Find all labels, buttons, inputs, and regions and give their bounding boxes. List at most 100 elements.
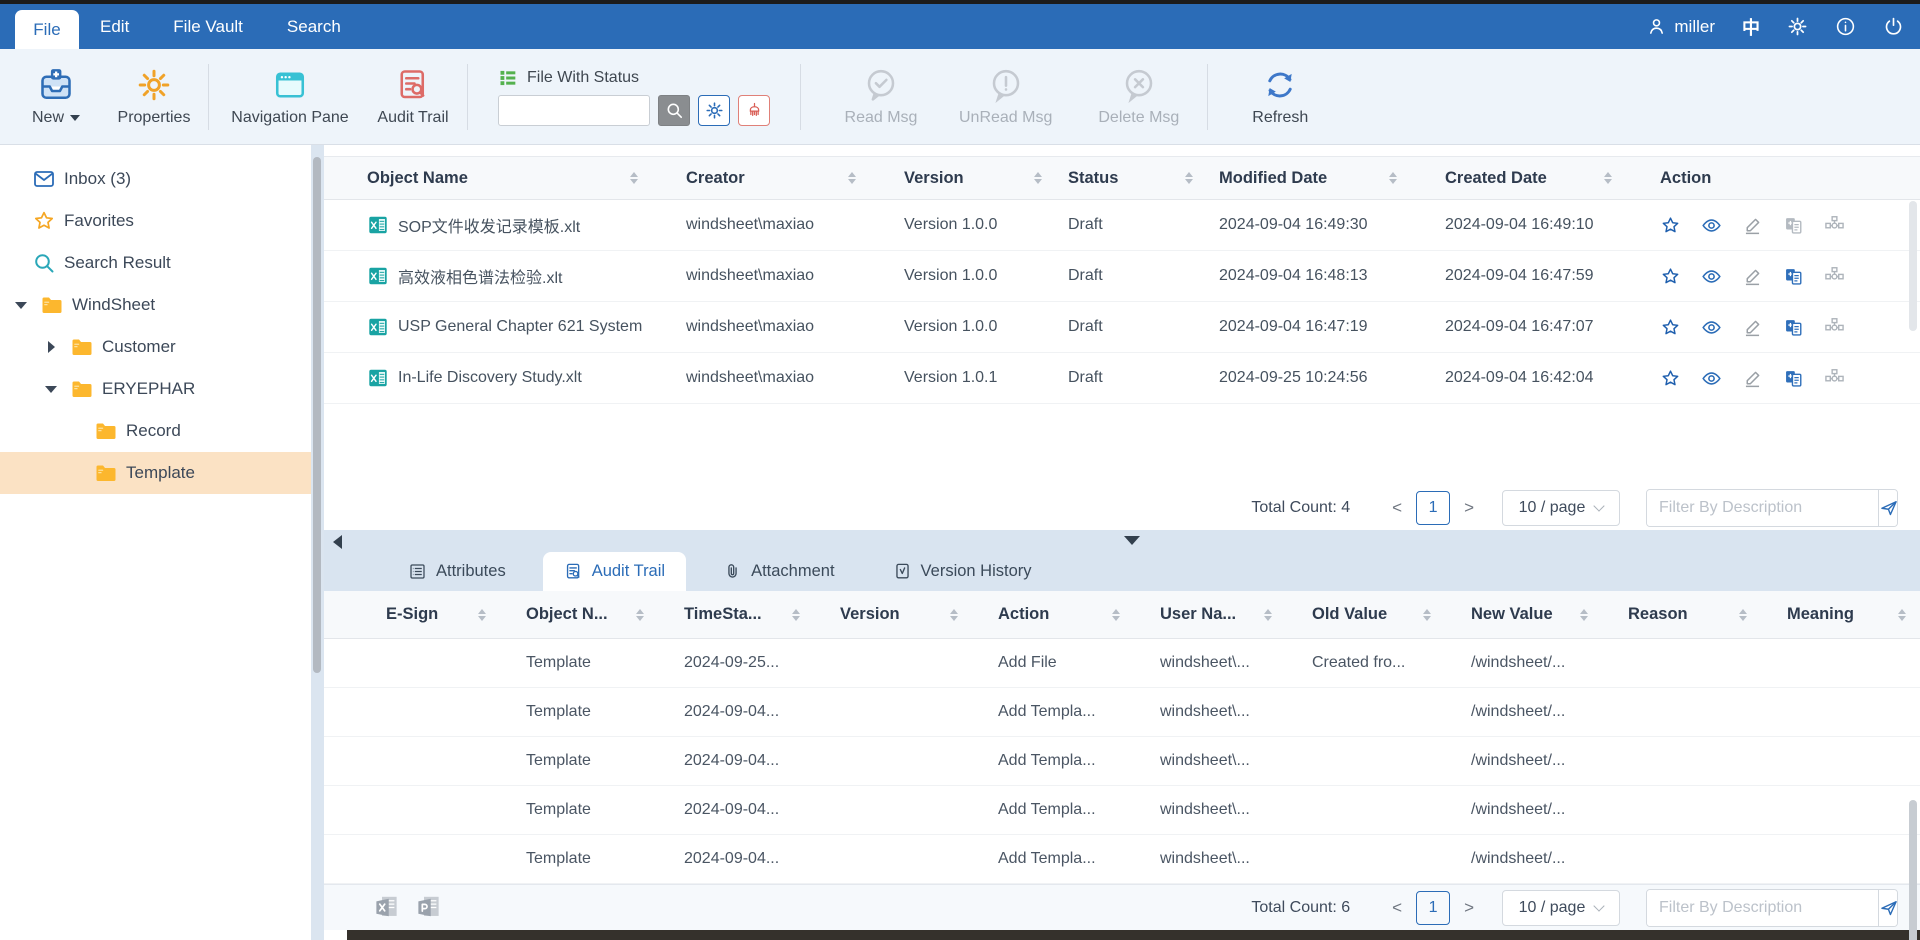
- copy-document-icon[interactable]: [1783, 215, 1804, 236]
- sort-icon[interactable]: [1034, 172, 1042, 184]
- sidebar-item-windsheet[interactable]: WindSheet: [0, 284, 311, 326]
- sort-icon[interactable]: [848, 172, 856, 184]
- sidebar-item-search-result[interactable]: Search Result: [0, 242, 311, 284]
- favorite-star-icon[interactable]: [1660, 215, 1681, 236]
- copy-document-icon[interactable]: [1783, 317, 1804, 338]
- new-button[interactable]: New: [18, 67, 94, 127]
- caret-down-icon[interactable]: [15, 302, 27, 309]
- sort-icon[interactable]: [636, 609, 644, 621]
- table-row[interactable]: USP General Chapter 621 System windsheet…: [324, 302, 1920, 353]
- refresh-button[interactable]: Refresh: [1242, 67, 1318, 127]
- next-page-button[interactable]: >: [1450, 498, 1488, 518]
- export-pdf-icon[interactable]: [415, 894, 442, 921]
- new-dropdown-caret-icon[interactable]: [70, 115, 80, 121]
- page-number[interactable]: 1: [1416, 891, 1450, 925]
- workflow-icon[interactable]: [1824, 215, 1845, 236]
- page-size-select[interactable]: 10 / page: [1502, 890, 1620, 926]
- audit-trail-button[interactable]: Audit Trail: [375, 67, 451, 127]
- files-table-scrollbar-thumb[interactable]: [1909, 201, 1917, 331]
- prev-page-button[interactable]: <: [1378, 898, 1416, 918]
- table-row[interactable]: Template 2024-09-04... Add Templa... win…: [324, 737, 1920, 786]
- sort-icon[interactable]: [1112, 609, 1120, 621]
- sort-icon[interactable]: [1264, 609, 1272, 621]
- sort-icon[interactable]: [1739, 609, 1747, 621]
- tab-attributes[interactable]: Attributes: [387, 552, 527, 591]
- export-excel-icon[interactable]: [373, 894, 400, 921]
- menu-tab-file[interactable]: File: [15, 10, 79, 49]
- copy-document-icon[interactable]: [1783, 266, 1804, 287]
- table-row[interactable]: Template 2024-09-04... Add Templa... win…: [324, 688, 1920, 737]
- sort-icon[interactable]: [792, 609, 800, 621]
- tab-audit-trail[interactable]: Audit Trail: [543, 552, 686, 591]
- prev-page-button[interactable]: <: [1378, 498, 1416, 518]
- sort-icon[interactable]: [478, 609, 486, 621]
- collapse-down-icon[interactable]: [1124, 536, 1140, 545]
- favorite-star-icon[interactable]: [1660, 266, 1681, 287]
- sidebar-item-inbox[interactable]: Inbox (3): [0, 158, 311, 200]
- status-clear-button[interactable]: [738, 95, 770, 126]
- table-row[interactable]: Template 2024-09-04... Add Templa... win…: [324, 835, 1920, 884]
- sidebar-item-favorites[interactable]: Favorites: [0, 200, 311, 242]
- menu-tab-edit[interactable]: Edit: [100, 17, 129, 37]
- menu-tab-file-vault[interactable]: File Vault: [173, 17, 243, 37]
- sort-icon[interactable]: [950, 609, 958, 621]
- table-row[interactable]: Template 2024-09-25... Add File windshee…: [324, 639, 1920, 688]
- read-msg-button[interactable]: Read Msg: [843, 67, 919, 127]
- filter-description-input[interactable]: [1647, 490, 1878, 526]
- filter-description-input[interactable]: [1647, 890, 1878, 926]
- view-eye-icon[interactable]: [1701, 317, 1722, 338]
- table-row[interactable]: 高效液相色谱法检验.xlt windsheet\maxiao Version 1…: [324, 251, 1920, 302]
- page-number[interactable]: 1: [1416, 491, 1450, 525]
- sort-icon[interactable]: [1604, 172, 1612, 184]
- sidebar-scrollbar[interactable]: [311, 145, 324, 940]
- sort-icon[interactable]: [1423, 609, 1431, 621]
- sort-icon[interactable]: [1185, 172, 1193, 184]
- edit-pencil-icon[interactable]: [1742, 317, 1763, 338]
- edit-pencil-icon[interactable]: [1742, 215, 1763, 236]
- view-eye-icon[interactable]: [1701, 215, 1722, 236]
- user-menu[interactable]: miller: [1646, 16, 1715, 37]
- sort-icon[interactable]: [1580, 609, 1588, 621]
- info-icon[interactable]: [1835, 16, 1856, 37]
- caret-right-icon[interactable]: [48, 341, 55, 353]
- caret-down-icon[interactable]: [45, 386, 57, 393]
- sort-icon[interactable]: [1898, 609, 1906, 621]
- page-size-select[interactable]: 10 / page: [1502, 490, 1620, 526]
- tab-version-history[interactable]: Version History: [872, 552, 1053, 591]
- sidebar-item-eryephar[interactable]: ERYEPHAR: [0, 368, 311, 410]
- view-eye-icon[interactable]: [1701, 266, 1722, 287]
- next-page-button[interactable]: >: [1450, 898, 1488, 918]
- sort-icon[interactable]: [1389, 172, 1397, 184]
- view-eye-icon[interactable]: [1701, 368, 1722, 389]
- sort-icon[interactable]: [630, 172, 638, 184]
- power-icon[interactable]: [1883, 16, 1904, 37]
- status-search-button[interactable]: [658, 95, 690, 126]
- edit-pencil-icon[interactable]: [1742, 368, 1763, 389]
- audit-table-scrollbar-thumb[interactable]: [1909, 800, 1917, 940]
- properties-button[interactable]: Properties: [116, 67, 192, 127]
- file-status-input[interactable]: [498, 95, 650, 126]
- copy-document-icon[interactable]: [1783, 368, 1804, 389]
- language-toggle[interactable]: 中: [1742, 14, 1760, 40]
- favorite-star-icon[interactable]: [1660, 317, 1681, 338]
- sidebar-item-record[interactable]: Record: [0, 410, 311, 452]
- delete-msg-button[interactable]: Delete Msg: [1098, 67, 1179, 127]
- horizontal-scrollbar[interactable]: [347, 930, 1920, 940]
- navigation-pane-button[interactable]: Navigation Pane: [225, 67, 355, 127]
- workflow-icon[interactable]: [1824, 317, 1845, 338]
- table-row[interactable]: Template 2024-09-04... Add Templa... win…: [324, 786, 1920, 835]
- tab-attachment[interactable]: Attachment: [702, 552, 855, 591]
- settings-gear-icon[interactable]: [1787, 16, 1808, 37]
- sidebar-scrollbar-thumb[interactable]: [313, 157, 321, 673]
- workflow-icon[interactable]: [1824, 266, 1845, 287]
- unread-msg-button[interactable]: UnRead Msg: [959, 67, 1052, 127]
- workflow-icon[interactable]: [1824, 368, 1845, 389]
- favorite-star-icon[interactable]: [1660, 368, 1681, 389]
- table-row[interactable]: In-Life Discovery Study.xlt windsheet\ma…: [324, 353, 1920, 404]
- table-row[interactable]: SOP文件收发记录模板.xlt windsheet\maxiao Version…: [324, 200, 1920, 251]
- status-settings-button[interactable]: [698, 95, 730, 126]
- edit-pencil-icon[interactable]: [1742, 266, 1763, 287]
- menu-tab-search[interactable]: Search: [287, 17, 341, 37]
- send-filter-button[interactable]: [1878, 490, 1898, 526]
- sidebar-item-template[interactable]: Template: [0, 452, 311, 494]
